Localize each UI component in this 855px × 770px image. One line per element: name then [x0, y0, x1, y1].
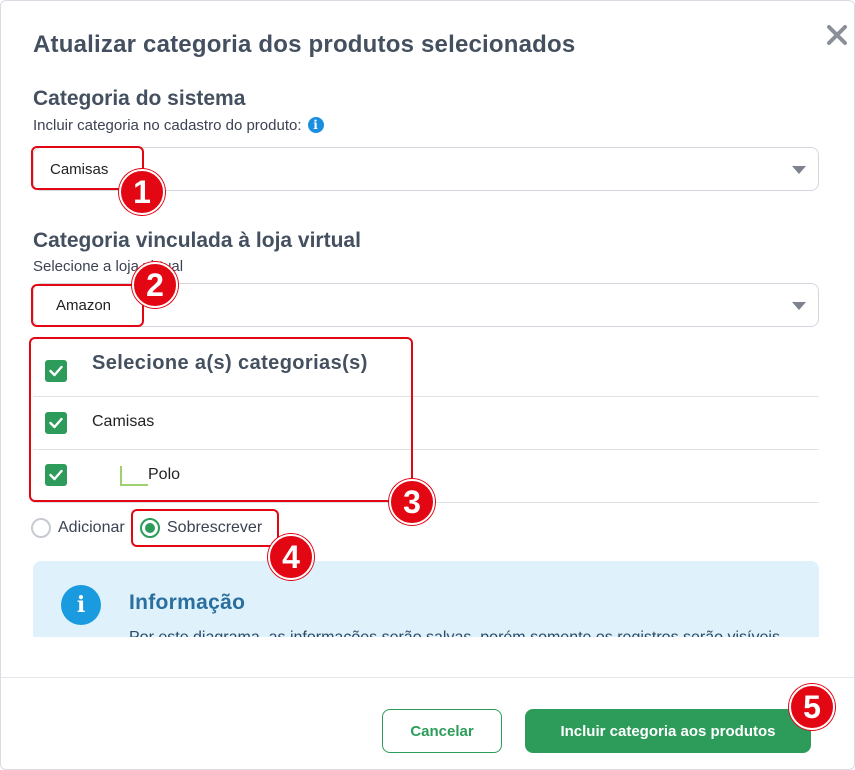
- store-value: Amazon: [56, 297, 112, 314]
- chevron-down-icon: [792, 302, 806, 310]
- close-icon: [827, 25, 847, 45]
- add-radio-label[interactable]: Adicionar: [58, 519, 125, 537]
- cancel-button[interactable]: Cancelar: [382, 709, 502, 753]
- tree-connector-icon: [120, 466, 148, 486]
- system-category-help: Incluir categoria no cadastro do produto…: [33, 117, 324, 134]
- annotation-badge-4: 4: [268, 534, 314, 580]
- footer-divider: [1, 677, 854, 678]
- info-panel: i Informação Por este diagrama, as infor…: [33, 561, 819, 637]
- annotation-badge-5: 5: [789, 684, 835, 730]
- category-checkbox[interactable]: [45, 464, 67, 486]
- categories-header-row: Selecione a(s) categorias(s): [33, 341, 819, 397]
- overwrite-radio[interactable]: [140, 518, 160, 538]
- add-radio[interactable]: [31, 518, 51, 538]
- annotation-badge-1: 1: [119, 169, 165, 215]
- dialog-title: Atualizar categoria dos produtos selecio…: [33, 31, 576, 58]
- info-text: Por este diagrama, as informações serão …: [129, 629, 780, 637]
- annotation-badge-3: 3: [389, 479, 435, 525]
- close-button[interactable]: [821, 19, 853, 51]
- system-category-help-text: Incluir categoria no cadastro do produto…: [33, 117, 302, 134]
- overwrite-radio-label[interactable]: Sobrescrever: [167, 519, 262, 537]
- info-title: Informação: [129, 591, 246, 614]
- check-icon: [49, 417, 63, 429]
- include-category-button[interactable]: Incluir categoria aos produtos: [525, 709, 811, 753]
- annotation-badge-2: 2: [132, 262, 178, 308]
- info-icon: i: [61, 585, 101, 625]
- category-checkbox[interactable]: [45, 412, 67, 434]
- select-all-checkbox[interactable]: [45, 360, 67, 382]
- check-icon: [49, 365, 63, 377]
- system-category-value: Camisas: [50, 161, 109, 178]
- category-row[interactable]: Camisas: [33, 397, 819, 450]
- system-category-heading: Categoria do sistema: [33, 87, 246, 110]
- update-category-dialog: Atualizar categoria dos produtos selecio…: [0, 0, 855, 770]
- check-icon: [49, 469, 63, 481]
- info-icon[interactable]: i: [307, 117, 324, 133]
- category-label: Polo: [148, 466, 181, 483]
- category-label: Camisas: [92, 413, 155, 430]
- store-category-heading: Categoria vinculada à loja virtual: [33, 229, 361, 252]
- categories-header: Selecione a(s) categorias(s): [92, 352, 368, 374]
- chevron-down-icon: [792, 166, 806, 174]
